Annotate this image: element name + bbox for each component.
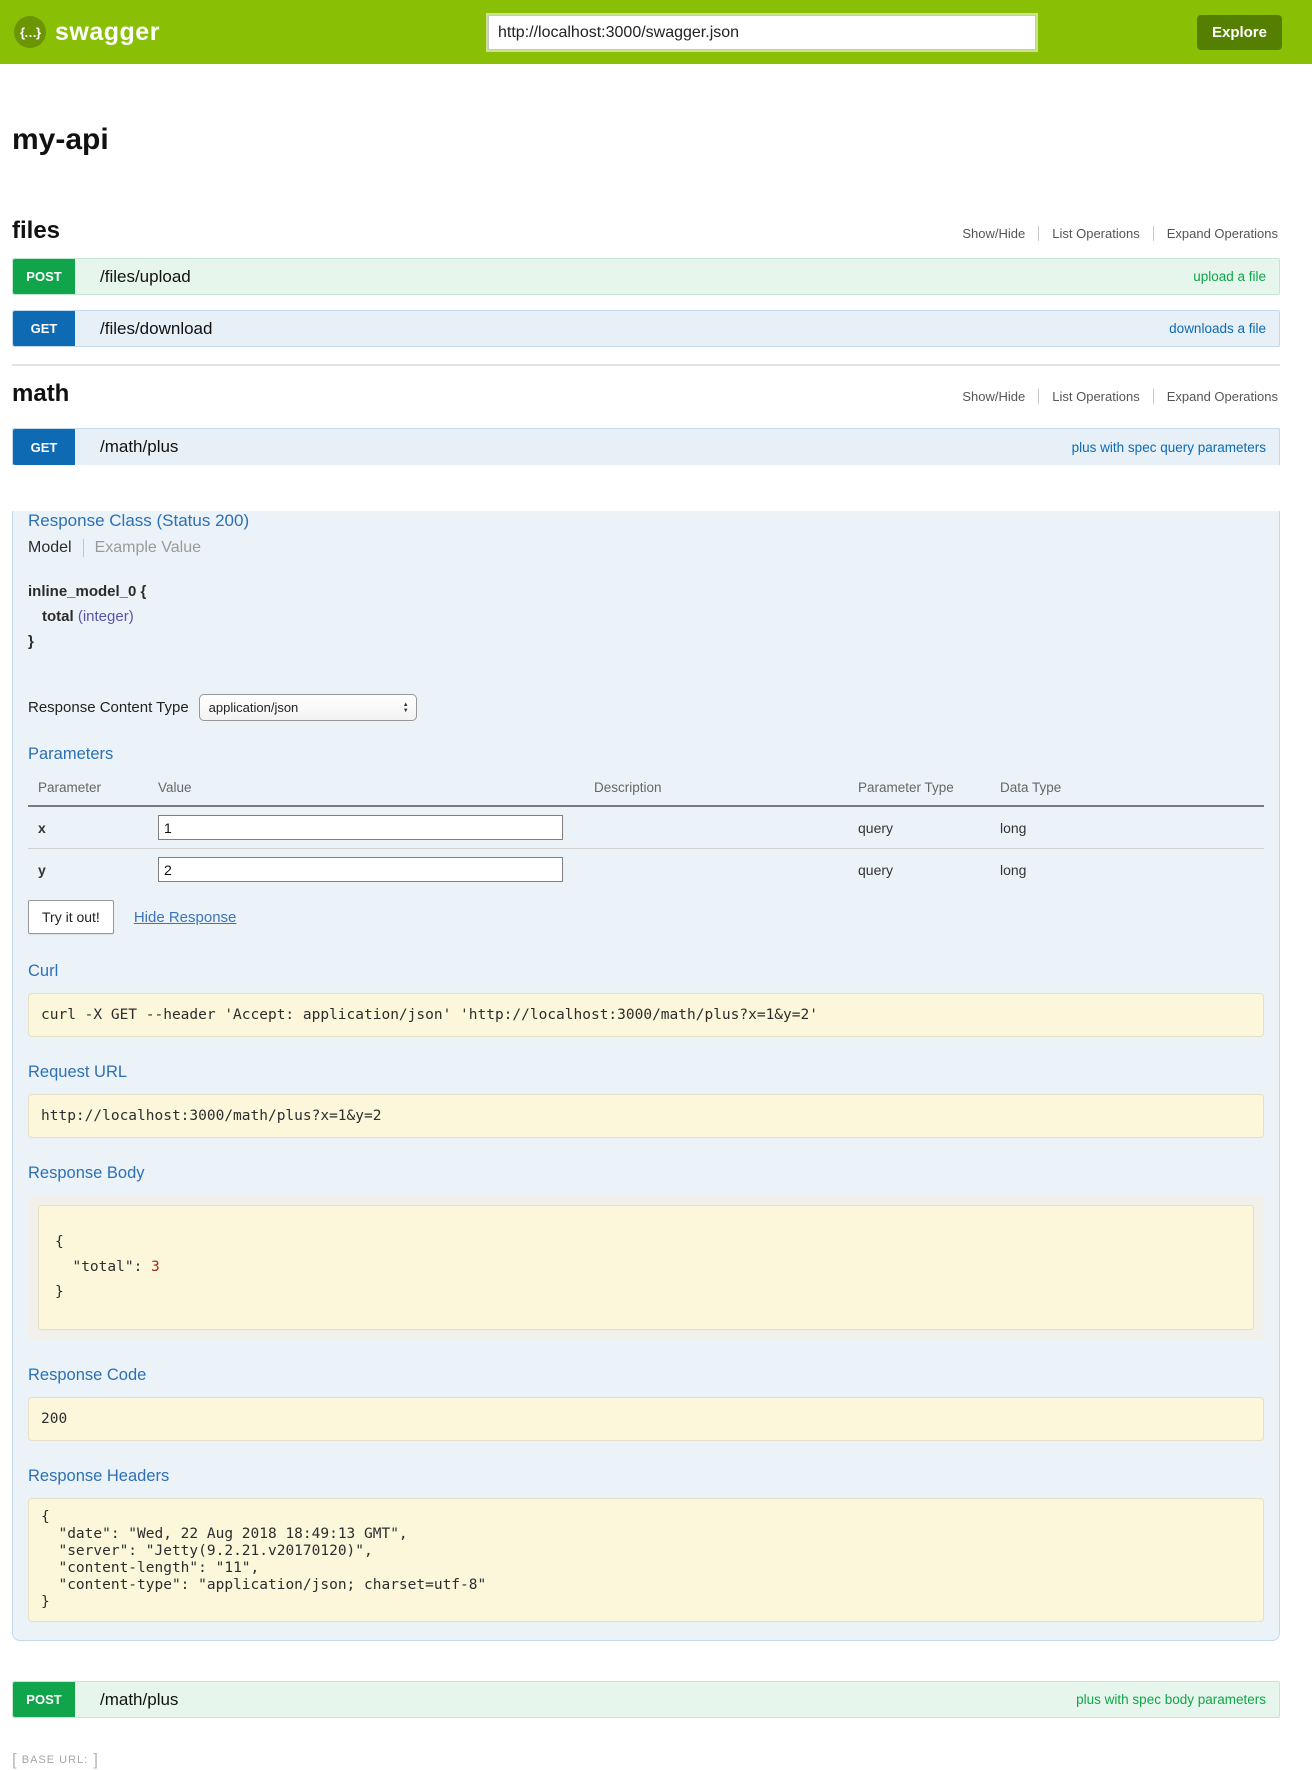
math-plus-get-panel: Response Class (Status 200) Model Exampl… — [12, 511, 1280, 1641]
model-signature: inline_model_0 { total (integer) } — [28, 579, 1264, 654]
math-section-controls: Show/Hide List Operations Expand Operati… — [949, 389, 1280, 404]
parameter-row-y: y query long — [28, 849, 1264, 891]
col-header-data-type: Data Type — [1000, 772, 1264, 806]
parameter-data-type: long — [1000, 849, 1264, 891]
try-it-out-row: Try it out! Hide Response — [28, 900, 1264, 934]
math-show-hide-link[interactable]: Show/Hide — [949, 389, 1038, 404]
tab-model[interactable]: Model — [28, 539, 84, 557]
parameter-row-x: x query long — [28, 806, 1264, 849]
swagger-logo-icon: {…} — [14, 16, 46, 48]
explore-button[interactable]: Explore — [1197, 15, 1282, 50]
json-close-brace: } — [55, 1280, 1237, 1305]
section-divider — [12, 364, 1280, 366]
response-body-container: { "total": 3 } — [28, 1195, 1264, 1340]
json-key: "total": — [55, 1259, 151, 1275]
response-body-heading: Response Body — [28, 1164, 1264, 1183]
param-y-input[interactable] — [158, 857, 563, 882]
swagger-logo[interactable]: {…} swagger — [14, 0, 160, 64]
files-list-operations-link[interactable]: List Operations — [1038, 226, 1152, 241]
get-method-badge: GET — [13, 311, 75, 346]
model-property-name: total — [42, 608, 74, 625]
get-method-badge: GET — [13, 429, 75, 465]
response-content-type-row: Response Content Type application/json ▲… — [28, 694, 1264, 721]
parameters-header-row: Parameter Value Description Parameter Ty… — [28, 772, 1264, 806]
select-selected-value: application/json — [209, 700, 403, 715]
json-number-value: 3 — [151, 1259, 160, 1275]
response-content-type-label: Response Content Type — [28, 699, 189, 716]
parameter-name: x — [28, 806, 158, 849]
parameter-type: query — [858, 806, 1000, 849]
swagger-logo-text: swagger — [55, 18, 160, 47]
files-section-controls: Show/Hide List Operations Expand Operati… — [949, 226, 1280, 241]
model-tabs: Model Example Value — [28, 539, 1264, 557]
base-url-footer: [ BASE URL: ] — [12, 1750, 98, 1770]
math-list-operations-link[interactable]: List Operations — [1038, 389, 1152, 404]
section-title-files[interactable]: files — [12, 217, 60, 245]
base-url-bracket-close: ] — [93, 1750, 98, 1770]
section-title-math[interactable]: math — [12, 380, 69, 408]
math-section-header: math Show/Hide List Operations Expand Op… — [12, 380, 1280, 408]
param-x-input[interactable] — [158, 815, 563, 840]
response-headers-json: { "date": "Wed, 22 Aug 2018 18:49:13 GMT… — [28, 1498, 1264, 1622]
col-header-parameter-type: Parameter Type — [858, 772, 1000, 806]
model-close-line: } — [28, 629, 1264, 654]
endpoint-summary-link[interactable]: plus with spec query parameters — [1072, 440, 1266, 455]
endpoint-summary-link[interactable]: downloads a file — [1169, 321, 1266, 336]
files-section-header: files Show/Hide List Operations Expand O… — [12, 217, 1280, 245]
response-body-json: { "total": 3 } — [38, 1205, 1254, 1330]
model-property-line: total (integer) — [28, 604, 1264, 629]
post-method-badge: POST — [13, 259, 75, 294]
model-open-line: inline_model_0 { — [28, 579, 1264, 604]
math-expand-operations-link[interactable]: Expand Operations — [1153, 389, 1280, 404]
request-url-heading: Request URL — [28, 1063, 1264, 1082]
select-arrows-icon: ▲ ▼ — [403, 702, 409, 714]
spec-url-input[interactable] — [488, 15, 1036, 50]
page-title: my-api — [12, 122, 1280, 157]
parameter-name: y — [28, 849, 158, 891]
endpoint-path[interactable]: /files/upload — [100, 267, 191, 287]
response-headers-heading: Response Headers — [28, 1467, 1264, 1486]
parameter-description — [594, 806, 858, 849]
parameter-data-type: long — [1000, 806, 1264, 849]
parameter-type: query — [858, 849, 1000, 891]
response-class-heading: Response Class (Status 200) — [28, 511, 1264, 531]
hide-response-link[interactable]: Hide Response — [134, 909, 237, 926]
files-expand-operations-link[interactable]: Expand Operations — [1153, 226, 1280, 241]
parameters-heading: Parameters — [28, 745, 1264, 764]
endpoint-row-post-files-upload[interactable]: POST /files/upload upload a file — [12, 258, 1280, 295]
parameter-description — [594, 849, 858, 891]
endpoint-summary-link[interactable]: upload a file — [1193, 269, 1266, 284]
endpoint-path[interactable]: /math/plus — [100, 437, 178, 457]
endpoint-summary-link[interactable]: plus with spec body parameters — [1076, 1692, 1266, 1707]
response-content-type-select[interactable]: application/json ▲ ▼ — [199, 694, 417, 721]
top-bar: {…} swagger Explore — [0, 0, 1312, 64]
curl-command: curl -X GET --header 'Accept: applicatio… — [28, 993, 1264, 1037]
tab-example-value[interactable]: Example Value — [84, 539, 201, 557]
json-open-brace: { — [55, 1230, 1237, 1255]
endpoint-row-post-math-plus[interactable]: POST /math/plus plus with spec body para… — [12, 1681, 1280, 1718]
curl-heading: Curl — [28, 962, 1264, 981]
col-header-value: Value — [158, 772, 594, 806]
content-area: my-api files Show/Hide List Operations E… — [12, 122, 1280, 1718]
request-url-value: http://localhost:3000/math/plus?x=1&y=2 — [28, 1094, 1264, 1138]
try-it-out-button[interactable]: Try it out! — [28, 900, 114, 934]
json-total-line: "total": 3 — [55, 1255, 1237, 1280]
post-method-badge: POST — [13, 1682, 75, 1717]
col-header-parameter: Parameter — [28, 772, 158, 806]
response-code-heading: Response Code — [28, 1366, 1264, 1385]
endpoint-row-get-math-plus[interactable]: GET /math/plus plus with spec query para… — [12, 428, 1280, 465]
endpoint-row-get-files-download[interactable]: GET /files/download downloads a file — [12, 310, 1280, 347]
base-url-label: BASE URL: — [17, 1754, 93, 1766]
endpoint-path[interactable]: /files/download — [100, 319, 212, 339]
response-code-value: 200 — [28, 1397, 1264, 1441]
model-property-type: (integer) — [78, 608, 134, 625]
files-show-hide-link[interactable]: Show/Hide — [949, 226, 1038, 241]
parameters-table: Parameter Value Description Parameter Ty… — [28, 772, 1264, 890]
endpoint-path[interactable]: /math/plus — [100, 1690, 178, 1710]
col-header-description: Description — [594, 772, 858, 806]
